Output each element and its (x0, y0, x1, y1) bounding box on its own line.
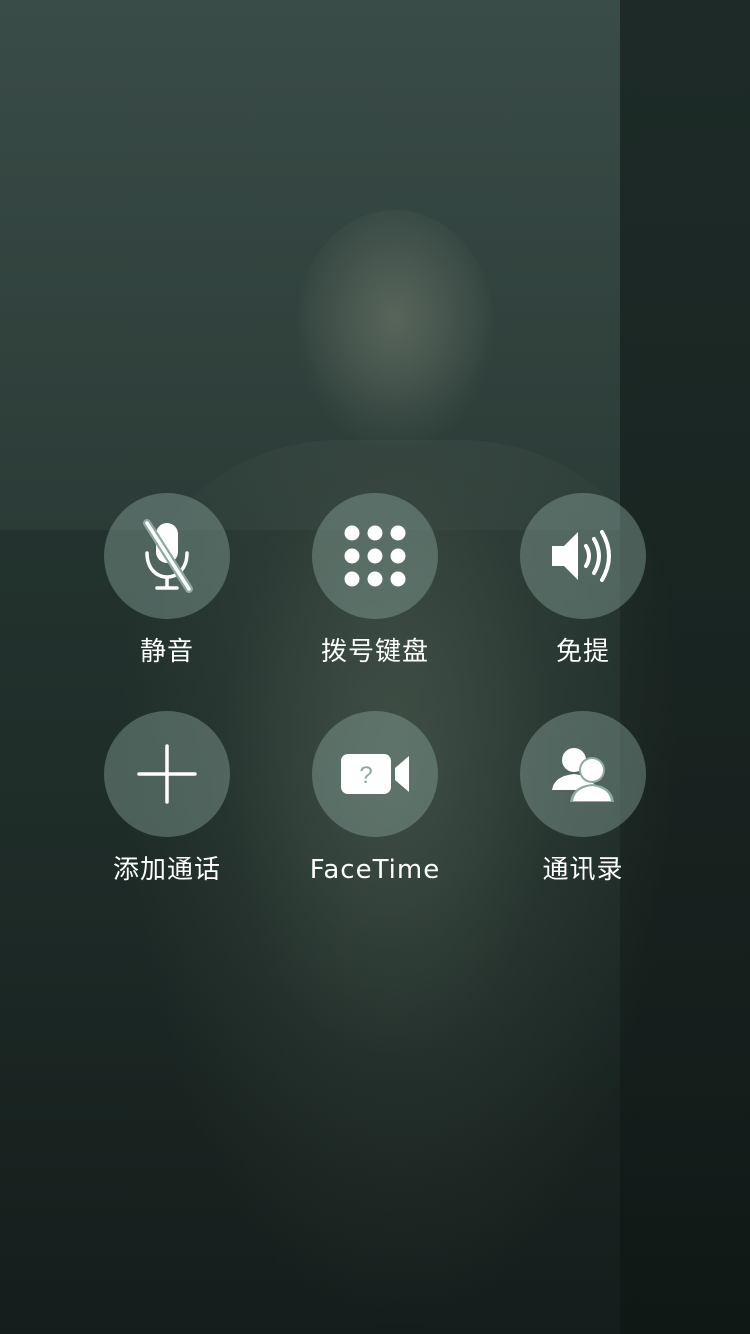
contacts-label: 通讯录 (542, 855, 624, 885)
speaker-button[interactable] (520, 493, 646, 619)
add-call-label: 添加通话 (112, 855, 221, 885)
mute-control: 静音 (63, 493, 271, 669)
contacts-control: 通讯录 (479, 711, 687, 887)
keypad-grid-icon (344, 525, 406, 587)
contacts-button[interactable] (520, 711, 646, 837)
microphone-muted-icon (135, 519, 199, 593)
call-screen: 静音 拨号键盘 免提 添加通话 ? FaceTime 通讯录 (0, 0, 750, 1334)
speaker-icon (550, 528, 616, 584)
add-call-button[interactable] (104, 711, 230, 837)
mute-label: 静音 (139, 637, 194, 667)
svg-text:?: ? (359, 762, 372, 789)
keypad-button[interactable] (312, 493, 438, 619)
facetime-label: FaceTime (309, 855, 441, 885)
facetime-control: ? FaceTime (271, 711, 479, 887)
add-call-control: 添加通话 (63, 711, 271, 887)
speaker-control: 免提 (479, 493, 687, 669)
mute-button[interactable] (104, 493, 230, 619)
keypad-label: 拨号键盘 (320, 637, 429, 667)
contacts-icon (552, 744, 614, 804)
facetime-button[interactable]: ? (312, 711, 438, 837)
video-camera-question-icon: ? (339, 752, 411, 796)
call-controls: 静音 拨号键盘 免提 添加通话 ? FaceTime 通讯录 (0, 0, 750, 1334)
keypad-control: 拨号键盘 (271, 493, 479, 669)
plus-icon (137, 744, 197, 804)
speaker-label: 免提 (555, 637, 610, 667)
